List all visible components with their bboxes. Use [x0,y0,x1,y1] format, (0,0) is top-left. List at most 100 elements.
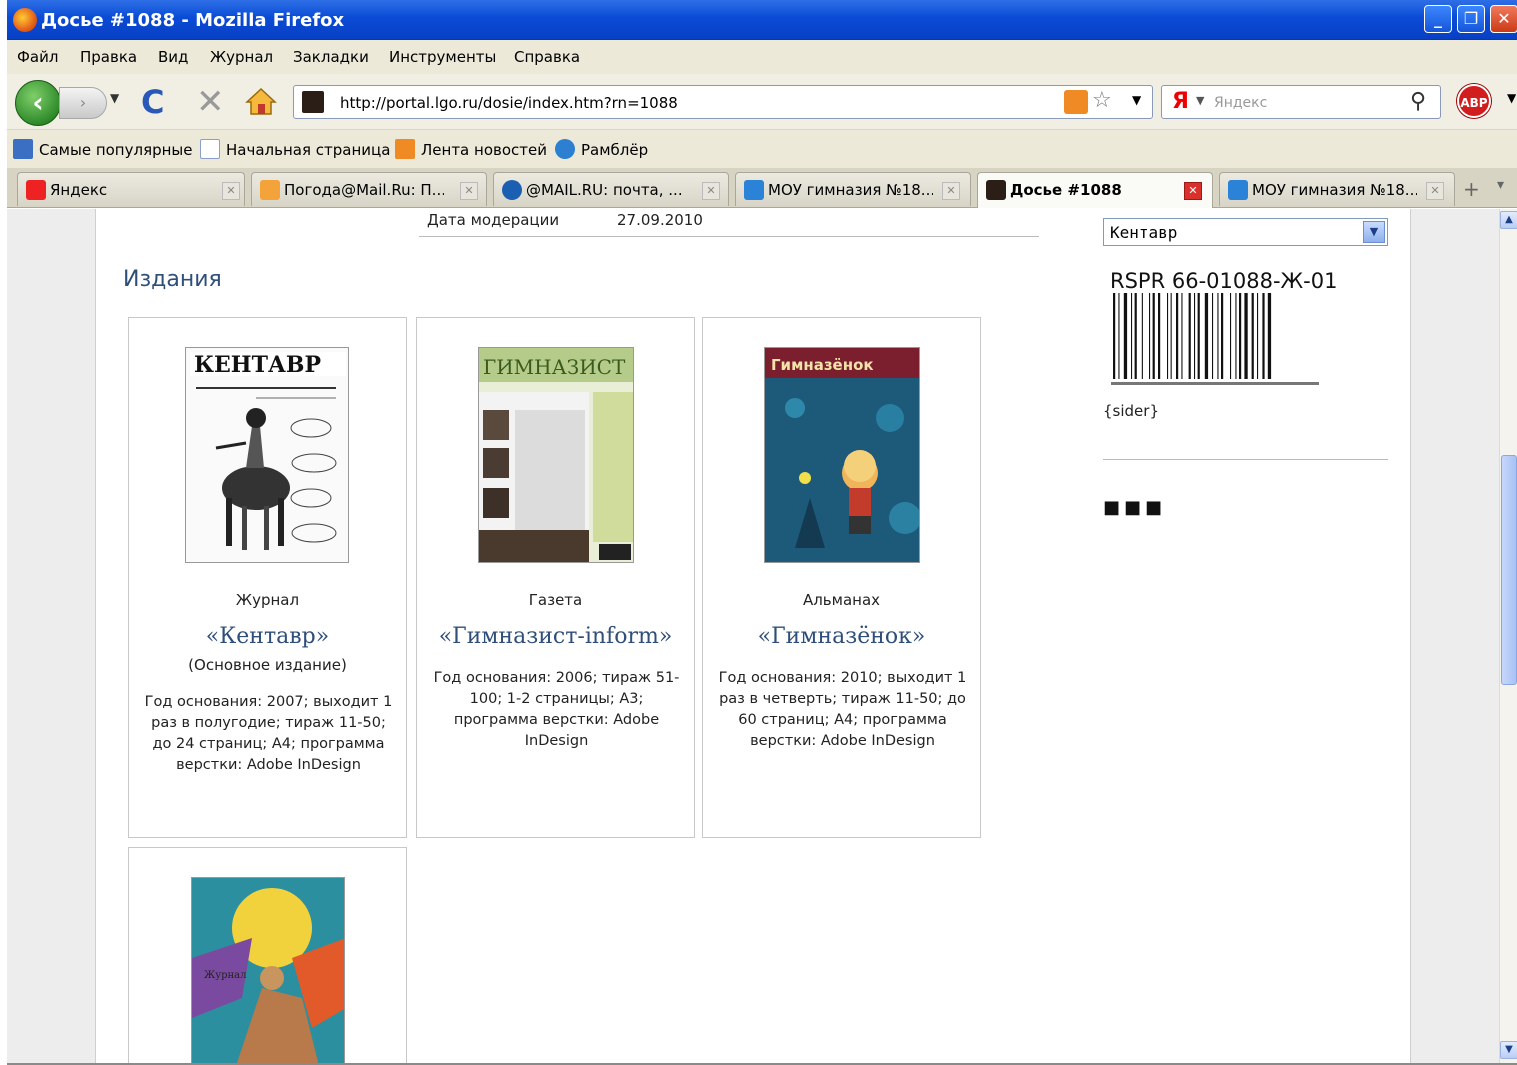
tab-gymnasium-1[interactable]: МОУ гимназия №18... ✕ [735,172,971,206]
bookmark-news-feed[interactable]: Лента новостей [395,139,547,159]
search-bar[interactable]: Я ▼ Яндекс ⚲ [1161,85,1441,119]
registration-number: RSPR 66-01088-Ж-01 [1110,269,1338,293]
firefox-icon [13,8,37,32]
history-dropdown-icon[interactable]: ▼ [110,91,119,105]
menu-bar: Файл Правка Вид Журнал Закладки Инструме… [7,40,1517,74]
page-margin-left [7,209,95,1063]
edition-select[interactable]: Кентавр ▼ [1103,218,1388,246]
publication-name-link[interactable]: «Гимназёнок» [703,624,980,649]
weather-tab-icon [260,180,280,200]
chevron-down-icon[interactable]: ▼ [1363,221,1385,243]
menu-help[interactable]: Справка [514,48,580,66]
search-icon[interactable]: ⚲ [1410,89,1426,114]
sider-placeholder: {sider} [1103,402,1159,420]
menu-file[interactable]: Файл [17,48,58,66]
tab-label: Яндекс [50,181,108,199]
tab-yandex[interactable]: Яндекс ✕ [17,172,245,206]
toolbar-overflow-icon[interactable]: ▼ [1507,91,1516,105]
publication-name-link[interactable]: «Кентавр» [129,624,406,649]
close-tab-icon[interactable]: ✕ [942,182,960,200]
gymnasium-tab-icon [744,180,764,200]
window-title: Досье #1088 - Mozilla Firefox [41,10,345,31]
gimnazyonok-cover-art: Гимназёнок [765,348,919,562]
search-engine-dropdown-icon[interactable]: ▼ [1196,94,1204,107]
menu-bookmarks[interactable]: Закладки [293,48,369,66]
page-margin-right [1411,209,1499,1063]
adblock-plus-icon[interactable]: ABP [1457,84,1491,118]
bookmarks-toolbar: Самые популярные Начальная страница Лент… [7,130,1517,168]
menu-edit[interactable]: Правка [80,48,137,66]
tab-label: МОУ гимназия №18... [1252,181,1417,199]
moderation-date-label: Дата модерации [427,211,560,229]
cover-image-gimnazist-inform[interactable]: ГИМНАЗИСТ [478,347,634,563]
publication-card[interactable]: КЕНТАВР Журнал «Кентавр» (Основное издан… [128,317,407,838]
reload-button[interactable]: C [141,83,164,121]
section-title: Издания [123,267,222,292]
bookmark-rambler[interactable]: Рамблёр [555,139,648,159]
tab-mail[interactable]: @MAIL.RU: почта, ... ✕ [493,172,729,206]
tab-list-icon[interactable]: ▾ [1497,177,1504,193]
restore-button[interactable]: ❐ [1457,5,1485,33]
publication-card[interactable]: Журнал [128,847,407,1063]
window-titlebar: Досье #1088 - Mozilla Firefox _ ❐ ✕ [7,0,1517,40]
bookmark-star-icon[interactable]: ☆ [1092,88,1112,113]
url-dropdown-icon[interactable]: ▼ [1132,93,1141,107]
svg-text:Журнал: Журнал [204,970,247,981]
page-border [1410,209,1411,1063]
publication-description: Год основания: 2010; выходит 1 раз в чет… [718,670,967,749]
search-input[interactable]: Яндекс [1214,95,1267,111]
publication-type: Газета [528,591,583,609]
cover-image-kentavr[interactable]: КЕНТАВР [185,347,349,563]
scroll-down-icon[interactable]: ▼ [1500,1041,1517,1059]
publication-name-link[interactable]: «Гимназист-inform» [417,624,694,649]
minimize-button[interactable]: _ [1424,5,1452,33]
page-border [95,209,96,1063]
stop-button[interactable]: ✕ [196,82,225,122]
edition-select-value: Кентавр [1110,223,1178,242]
close-tab-icon[interactable]: ✕ [1426,182,1444,200]
menu-view[interactable]: Вид [158,48,188,66]
publication-description: Год основания: 2007; выходит 1 раз в пол… [144,694,393,773]
yandex-icon[interactable]: Я [1172,89,1189,114]
publication-description: Год основания: 2006; тираж 51-100; 1-2 с… [433,670,680,749]
home-icon[interactable] [245,86,277,116]
bookmark-start-page[interactable]: Начальная страница [200,139,390,159]
bookmark-label: Начальная страница [226,141,391,159]
close-tab-icon[interactable]: ✕ [1184,182,1202,200]
bookmark-most-visited[interactable]: Самые популярные [13,139,193,159]
vertical-scrollbar[interactable]: ▲ ▼ [1499,209,1517,1063]
cover-image-gimnazyonok[interactable]: Гимназёнок [764,347,920,563]
tab-label: @MAIL.RU: почта, ... [526,181,683,199]
tab-gymnasium-2[interactable]: МОУ гимназия №18... ✕ [1219,172,1455,206]
url-text[interactable]: http://portal.lgo.ru/dosie/index.htm?rn=… [340,94,678,112]
menu-history[interactable]: Журнал [210,48,273,66]
tab-label: Погода@Mail.Ru: П... [284,181,444,199]
close-button[interactable]: ✕ [1490,5,1517,33]
close-tab-icon[interactable]: ✕ [702,182,720,200]
mail-tab-icon [502,180,522,200]
publication-card[interactable]: ГИМНАЗИСТ Газета «Гимназист-inform» Год … [416,317,695,838]
cover-image-fourth-edition[interactable]: Журнал [191,877,345,1063]
tab-label: Досье #1088 [1010,181,1122,199]
back-button[interactable]: ‹ [15,80,61,126]
menu-tools[interactable]: Инструменты [389,48,496,66]
tab-pogoda[interactable]: Погода@Mail.Ru: П... ✕ [251,172,487,206]
new-tab-icon[interactable]: + [1463,177,1480,201]
barcode-image [1111,293,1319,385]
rambler-icon [555,139,575,159]
close-tab-icon[interactable]: ✕ [222,182,240,200]
publication-card[interactable]: Гимназёнок Альманах «Гимназёнок» Год осн… [702,317,981,838]
moderation-date-row: Дата модерации 27.09.2010 [419,209,1039,237]
scroll-up-icon[interactable]: ▲ [1500,211,1517,229]
yandex-tab-icon [26,180,46,200]
address-bar[interactable]: http://portal.lgo.ru/dosie/index.htm?rn=… [293,85,1153,119]
fourth-cover-art: Журнал [192,878,344,1063]
bookmark-label: Рамблёр [581,141,649,159]
forward-button[interactable]: › [59,87,107,119]
publication-type: Журнал [235,591,300,609]
tab-dosie[interactable]: Досье #1088 ✕ [977,172,1213,208]
rss-feed-icon[interactable] [1064,90,1088,114]
close-tab-icon[interactable]: ✕ [460,182,478,200]
scrollbar-thumb[interactable] [1501,455,1517,685]
rss-icon [395,139,415,159]
